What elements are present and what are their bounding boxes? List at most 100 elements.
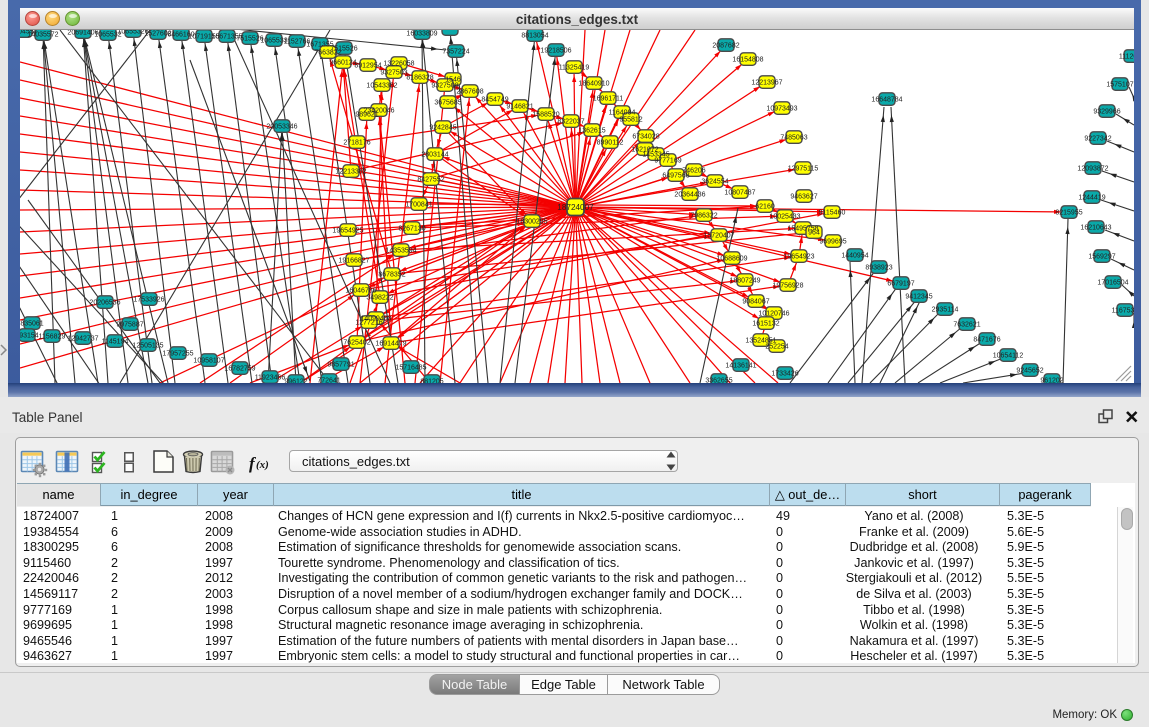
svg-text:13226058: 13226058 (383, 61, 414, 68)
svg-text:8471676: 8471676 (973, 337, 1000, 344)
svg-text:12213967: 12213967 (751, 80, 782, 87)
svg-text:3675685: 3675685 (434, 100, 461, 107)
svg-text:1362615: 1362615 (578, 128, 605, 135)
svg-text:9329966: 9329966 (1093, 109, 1120, 116)
svg-text:14136141: 14136141 (725, 363, 756, 370)
svg-text:19166827: 19166827 (338, 258, 369, 265)
svg-text:9777169: 9777169 (654, 158, 681, 165)
svg-text:9412345: 9412345 (905, 294, 932, 301)
svg-text:1588520: 1588520 (532, 112, 559, 119)
svg-text:8427552: 8427552 (417, 177, 444, 184)
svg-text:8912954: 8912954 (354, 63, 381, 70)
svg-text:8267130: 8267130 (398, 226, 425, 233)
svg-text:19654925: 19654925 (332, 228, 363, 235)
svg-text:746206: 746206 (682, 168, 705, 175)
svg-text:2867608: 2867608 (456, 89, 483, 96)
svg-text:10973493: 10973493 (766, 106, 797, 113)
svg-text:12975115: 12975115 (788, 166, 819, 173)
svg-text:19756928: 19756928 (772, 283, 803, 290)
svg-text:8215955: 8215955 (1055, 210, 1082, 217)
svg-text:11325419: 11325419 (559, 65, 590, 72)
svg-text:9660124: 9660124 (329, 60, 356, 67)
svg-text:10807487: 10807487 (724, 190, 755, 197)
svg-text:989621: 989621 (355, 112, 378, 119)
svg-text:9857791: 9857791 (327, 362, 354, 369)
svg-text:18724007: 18724007 (557, 203, 594, 212)
svg-text:772641: 772641 (317, 378, 340, 384)
svg-text:3362655: 3362655 (705, 378, 732, 384)
svg-text:20206536: 20206536 (89, 300, 120, 307)
svg-text:7357224: 7357224 (442, 49, 469, 56)
svg-text:1733426: 1733426 (771, 371, 798, 378)
svg-text:7485063: 7485063 (780, 135, 807, 142)
svg-text:8938923: 8938923 (865, 265, 892, 272)
svg-text:16154808: 16154808 (732, 57, 763, 64)
svg-text:8322037: 8322037 (557, 119, 584, 126)
svg-text:8990112: 8990112 (597, 140, 624, 147)
svg-text:10025433: 10025433 (769, 214, 800, 221)
svg-text:15720407: 15720407 (703, 233, 734, 240)
svg-text:252254: 252254 (765, 344, 788, 351)
svg-text:8813054: 8813054 (521, 33, 548, 40)
svg-text:(x): (x) (256, 459, 269, 471)
svg-text:9115460: 9115460 (819, 210, 846, 217)
svg-text:9084067: 9084067 (742, 299, 769, 306)
svg-text:1112041: 1112041 (1119, 54, 1134, 61)
svg-text:7632621: 7632621 (953, 322, 980, 329)
svg-text:16961711: 16961711 (593, 96, 624, 103)
svg-text:18300295: 18300295 (516, 219, 547, 226)
svg-text:6734028: 6734028 (632, 134, 659, 141)
svg-text:7625402: 7625402 (343, 340, 370, 347)
svg-text:10654112: 10654112 (993, 353, 1024, 360)
svg-text:16782759: 16782759 (224, 366, 255, 373)
svg-text:996122: 996122 (284, 379, 307, 384)
svg-text:18640910: 18640910 (578, 81, 609, 88)
svg-text:16033809: 16033809 (406, 31, 437, 38)
svg-text:18807249: 18807249 (729, 278, 760, 285)
svg-text:1700841: 1700841 (405, 202, 432, 209)
svg-text:1575107: 1575107 (1106, 82, 1133, 89)
svg-text:993154: 993154 (20, 333, 39, 340)
svg-text:2803144: 2803144 (421, 152, 448, 159)
svg-text:20053346: 20053346 (266, 124, 297, 131)
svg-text:8678352: 8678352 (378, 272, 405, 279)
svg-text:62160: 62160 (755, 204, 775, 211)
svg-text:10543362: 10543362 (366, 83, 397, 90)
svg-text:9245652: 9245652 (1016, 368, 1043, 375)
svg-text:1167533: 1167533 (1112, 308, 1134, 315)
svg-text:10688609: 10688609 (716, 256, 747, 263)
svg-text:8454749: 8454749 (481, 97, 508, 104)
svg-text:7986322: 7986322 (690, 213, 717, 220)
svg-text:14035572: 14035572 (27, 32, 58, 39)
svg-text:20364436: 20364436 (674, 192, 705, 199)
svg-text:17016504: 17016504 (1097, 280, 1128, 287)
svg-text:17957255: 17957255 (162, 351, 193, 358)
svg-text:1440954: 1440954 (841, 253, 868, 260)
svg-text:12093872: 12093872 (1077, 166, 1108, 173)
svg-text:19218506: 19218506 (540, 48, 571, 55)
svg-text:3498222: 3498222 (366, 295, 393, 302)
svg-text:2087682: 2087682 (712, 43, 739, 50)
svg-text:12213382: 12213382 (335, 169, 366, 176)
svg-text:1145194: 1145194 (102, 339, 129, 346)
svg-text:3624554: 3624554 (701, 179, 728, 186)
svg-text:16046786: 16046786 (345, 288, 376, 295)
svg-text:16648784: 16648784 (871, 97, 902, 104)
svg-text:19654923: 19654923 (783, 254, 814, 261)
svg-text:1244419: 1244419 (1078, 195, 1105, 202)
svg-text:10958107: 10958107 (193, 358, 224, 365)
svg-text:9146821: 9146821 (506, 104, 533, 111)
svg-text:1164094: 1164094 (609, 110, 636, 117)
svg-text:9327508: 9327508 (431, 83, 458, 90)
svg-text:16210643: 16210643 (1080, 225, 1111, 232)
svg-text:881205: 881205 (420, 379, 443, 384)
svg-text:2935114: 2935114 (932, 307, 959, 314)
svg-text:835061: 835061 (20, 321, 43, 328)
svg-text:6679197: 6679197 (887, 281, 914, 288)
svg-text:16914479: 16914479 (375, 341, 406, 348)
svg-text:7663822: 7663822 (314, 50, 341, 57)
svg-text:10120746: 10120746 (758, 311, 789, 318)
svg-text:9242845: 9242845 (429, 125, 456, 132)
svg-text:8186328: 8186328 (406, 75, 433, 82)
svg-text:2718176: 2718176 (343, 140, 370, 147)
